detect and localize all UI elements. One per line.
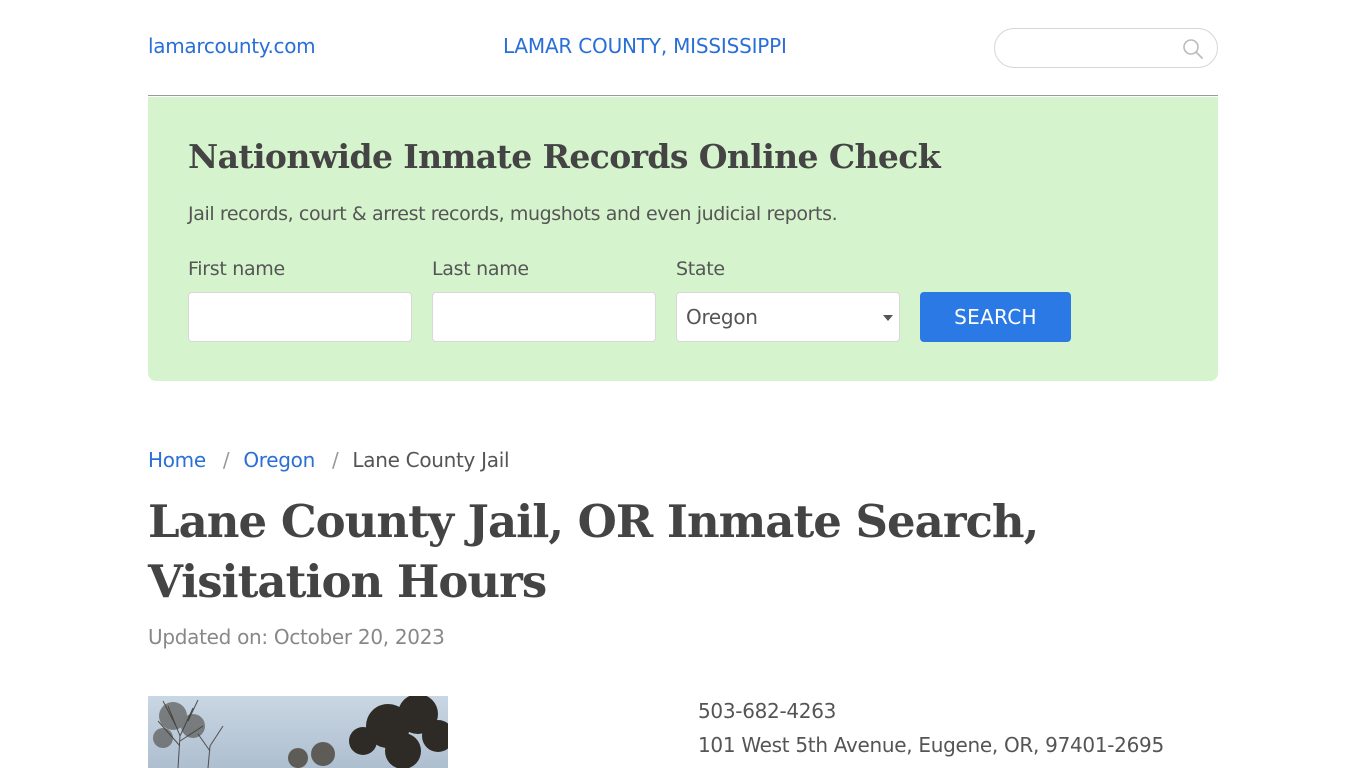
first-name-field[interactable] — [188, 292, 412, 342]
inmate-search-banner: Nationwide Inmate Records Online Check J… — [148, 97, 1218, 381]
breadcrumb-separator: / — [222, 448, 230, 472]
last-name-label: Last name — [432, 258, 529, 280]
first-name-input[interactable] — [189, 293, 411, 341]
banner-title: Nationwide Inmate Records Online Check — [188, 137, 941, 176]
first-name-label: First name — [188, 258, 285, 280]
updated-date: Updated on: October 20, 2023 — [148, 625, 445, 649]
state-select-value: Oregon — [686, 305, 758, 329]
breadcrumb-state-link[interactable]: Oregon — [243, 448, 315, 472]
banner-subtitle: Jail records, court & arrest records, mu… — [188, 203, 838, 225]
page-title: Lane County Jail, OR Inmate Search, Visi… — [148, 495, 1039, 608]
search-button[interactable]: SEARCH — [920, 292, 1071, 342]
jail-photo-image — [148, 696, 448, 768]
contact-phone: 503-682-4263 — [698, 699, 837, 723]
site-home-link[interactable]: lamarcounty.com — [148, 34, 316, 58]
contact-address: 101 West 5th Avenue, Eugene, OR, 97401-2… — [698, 733, 1164, 757]
state-label: State — [676, 258, 725, 280]
site-search-input[interactable] — [1009, 29, 1179, 67]
state-select[interactable]: Oregon — [676, 292, 900, 342]
last-name-input[interactable] — [433, 293, 655, 341]
jail-photo — [148, 696, 448, 768]
site-header: lamarcounty.com LAMAR COUNTY, MISSISSIPP… — [148, 0, 1218, 96]
breadcrumb-current: Lane County Jail — [352, 448, 510, 472]
breadcrumb: Home / Oregon / Lane County Jail — [148, 448, 510, 472]
breadcrumb-home-link[interactable]: Home — [148, 448, 206, 472]
county-title-link[interactable]: LAMAR COUNTY, MISSISSIPPI — [503, 34, 787, 58]
search-icon[interactable] — [1181, 37, 1205, 61]
caret-down-icon — [883, 315, 893, 321]
last-name-field[interactable] — [432, 292, 656, 342]
site-search-box[interactable] — [994, 28, 1218, 68]
breadcrumb-separator: / — [331, 448, 339, 472]
